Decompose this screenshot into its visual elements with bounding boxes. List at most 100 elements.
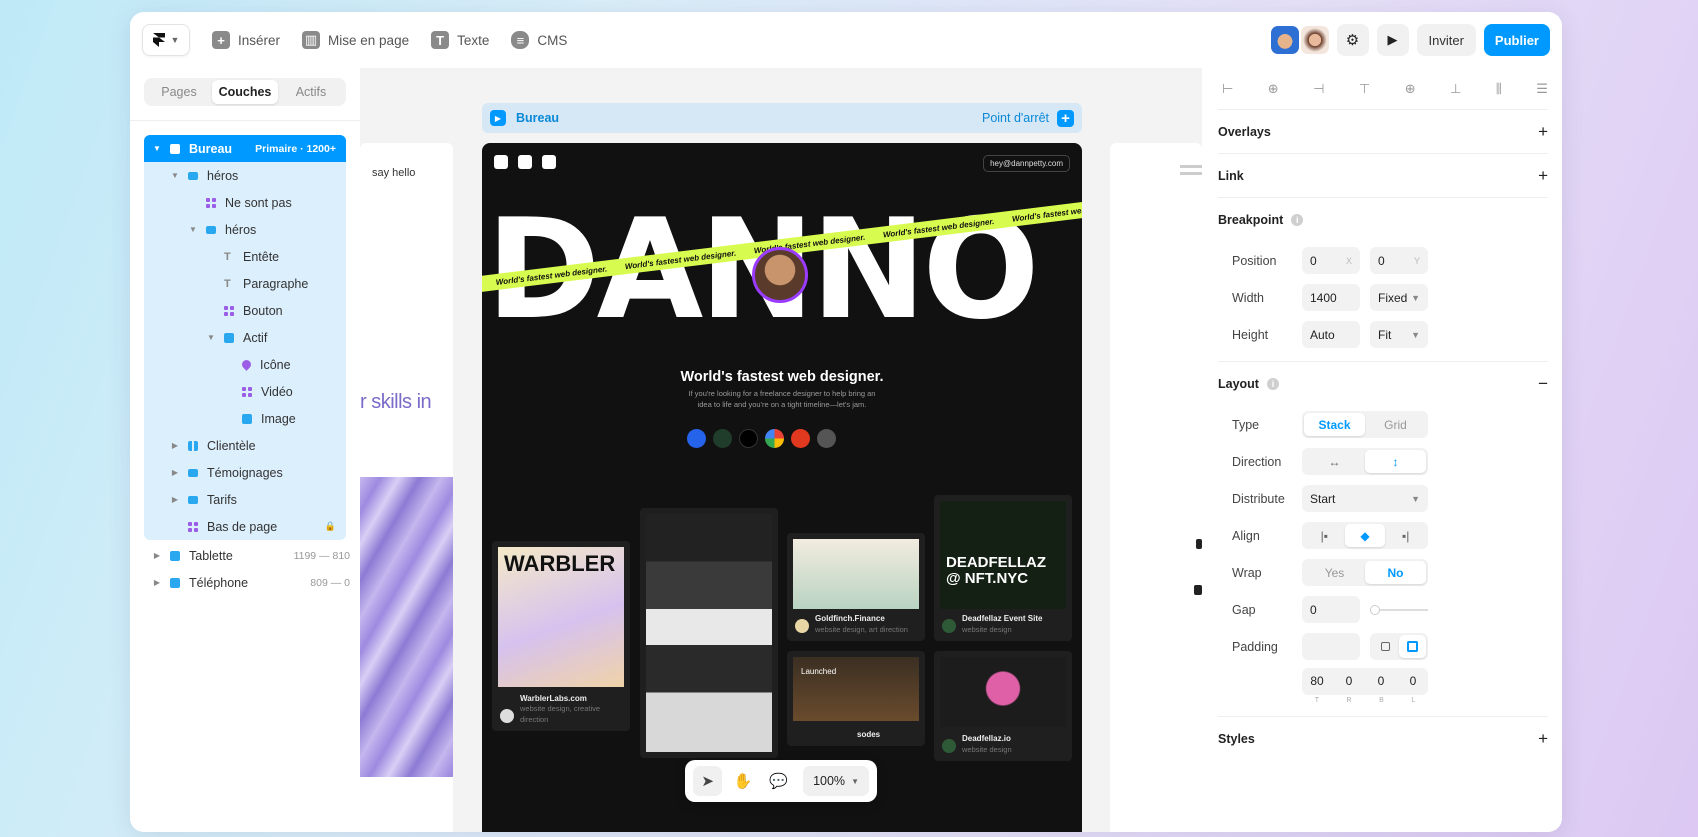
layer-row-bureau[interactable]: ▼ Bureau Primaire · 1200+: [144, 135, 346, 162]
plus-icon[interactable]: +: [1057, 109, 1074, 127]
direction-horizontal-option[interactable]: ↔: [1304, 450, 1365, 473]
layer-row[interactable]: Bas de page 🔒: [144, 513, 346, 540]
invite-button[interactable]: Inviter: [1416, 24, 1476, 56]
position-x-input[interactable]: 0 X: [1302, 247, 1360, 274]
gap-slider[interactable]: [1370, 604, 1428, 615]
breakpoint-bar[interactable]: ▶ Bureau Point d'arrêt +: [482, 103, 1082, 133]
layout-menu[interactable]: ▥ Mise en page: [302, 31, 409, 49]
preview-button[interactable]: ▶: [1376, 24, 1409, 56]
lock-icon[interactable]: 🔒: [325, 521, 336, 532]
padding-individual-option[interactable]: [1399, 635, 1426, 658]
padding-input[interactable]: [1302, 633, 1360, 660]
align-top-icon[interactable]: ⊤: [1359, 81, 1370, 97]
layer-row[interactable]: ▶ Tarifs: [144, 486, 346, 513]
insert-menu[interactable]: + Insérer: [212, 31, 280, 49]
select-tool-button[interactable]: ➤: [693, 766, 723, 796]
layer-row[interactable]: T Entête: [144, 243, 346, 270]
height-input[interactable]: Auto: [1302, 321, 1360, 348]
padding-uniform-option[interactable]: [1372, 635, 1399, 658]
layer-row-tablet[interactable]: ▶ Tablette 1199 — 810: [130, 542, 360, 569]
tablet-frame-preview[interactable]: say hello r skills in: [360, 143, 453, 832]
expand-caret-icon[interactable]: ▼: [152, 144, 162, 153]
expand-caret-icon[interactable]: ▼: [170, 171, 180, 180]
plus-icon[interactable]: +: [1538, 166, 1548, 186]
layer-row[interactable]: ▼ héros: [144, 162, 346, 189]
layer-row[interactable]: Ne sont pas: [144, 189, 346, 216]
padding-bottom-input[interactable]: 0: [1366, 668, 1396, 695]
align-start-option[interactable]: |▪: [1304, 524, 1345, 547]
layer-row[interactable]: ▼ Actif: [144, 324, 346, 351]
expand-caret-icon[interactable]: ▶: [170, 468, 180, 477]
card-title: Goldfinch.Finance: [815, 614, 885, 624]
expand-caret-icon[interactable]: ▶: [170, 495, 180, 504]
layer-row[interactable]: Image: [144, 405, 346, 432]
direction-vertical-option[interactable]: ↕: [1365, 450, 1426, 473]
collapse-icon[interactable]: −: [1538, 374, 1548, 394]
link-section[interactable]: Link +: [1218, 154, 1548, 198]
type-grid-option[interactable]: Grid: [1365, 413, 1426, 436]
add-breakpoint[interactable]: Point d'arrêt +: [982, 109, 1074, 127]
layer-row[interactable]: ▶ Clientèle: [144, 432, 346, 459]
align-center-option[interactable]: ◆: [1344, 524, 1386, 547]
align-left-icon[interactable]: ⊢: [1222, 81, 1233, 97]
layer-row[interactable]: ▼ héros: [144, 216, 346, 243]
expand-caret-icon[interactable]: ▶: [170, 441, 180, 450]
info-icon[interactable]: i: [1291, 214, 1304, 226]
zoom-select[interactable]: 100% ▼: [803, 766, 869, 796]
expand-caret-icon[interactable]: ▼: [206, 333, 216, 342]
align-center-h-icon[interactable]: ⊕: [1268, 81, 1279, 97]
wrap-yes-option[interactable]: Yes: [1304, 561, 1365, 584]
padding-right-input[interactable]: 0: [1334, 668, 1364, 695]
align-bottom-icon[interactable]: ⊥: [1450, 81, 1461, 97]
gap-input[interactable]: 0: [1302, 596, 1360, 623]
phone-frame-preview[interactable]: [1110, 143, 1202, 832]
overlays-section[interactable]: Overlays +: [1218, 110, 1548, 154]
info-icon[interactable]: i: [1266, 378, 1279, 390]
tab-assets[interactable]: Actifs: [278, 80, 344, 104]
expand-caret-icon[interactable]: ▼: [188, 225, 198, 234]
hand-tool-button[interactable]: ✋: [728, 766, 757, 796]
distribute-select[interactable]: Start ▼: [1302, 485, 1428, 512]
plus-icon[interactable]: +: [1538, 122, 1548, 142]
layer-row[interactable]: T Paragraphe: [144, 270, 346, 297]
left-panel: Pages Couches Actifs ▼ Bureau Primaire ·…: [130, 68, 360, 832]
expand-caret-icon[interactable]: ▶: [152, 551, 162, 560]
canvas[interactable]: say hello r skills in ▶ Bureau Point d'a…: [360, 68, 1202, 832]
settings-button[interactable]: ⚙: [1336, 24, 1369, 56]
layer-row-phone[interactable]: ▶ Téléphone 809 — 0: [130, 569, 360, 596]
tab-pages[interactable]: Pages: [146, 80, 212, 104]
avatar[interactable]: [1300, 26, 1329, 54]
comment-tool-button[interactable]: 💬: [764, 766, 793, 796]
play-icon[interactable]: ▶: [490, 110, 506, 126]
width-mode-select[interactable]: Fixed ▼: [1370, 284, 1428, 311]
align-end-option[interactable]: ▪|: [1385, 524, 1426, 547]
align-middle-v-icon[interactable]: ⊕: [1405, 81, 1416, 97]
position-y-input[interactable]: 0 Y: [1370, 247, 1428, 274]
distribute-h-icon[interactable]: ⫼: [1496, 81, 1502, 97]
wrap-no-option[interactable]: No: [1365, 561, 1426, 584]
align-right-icon[interactable]: ⊣: [1313, 81, 1324, 97]
publish-button[interactable]: Publier: [1483, 24, 1550, 56]
tab-layers[interactable]: Couches: [212, 80, 278, 104]
stack-icon: [188, 171, 198, 180]
type-stack-option[interactable]: Stack: [1304, 413, 1365, 436]
layer-row[interactable]: Bouton: [144, 297, 346, 324]
padding-top-input[interactable]: 80: [1302, 668, 1332, 695]
desktop-frame-preview[interactable]: hey@dannpetty.com DANNO World's fastest …: [482, 143, 1082, 832]
width-input[interactable]: 1400: [1302, 284, 1360, 311]
text-menu[interactable]: T Texte: [431, 31, 489, 49]
avatar[interactable]: [1270, 26, 1299, 54]
distribute-v-icon[interactable]: ☰: [1536, 81, 1548, 97]
layer-row[interactable]: Icône: [144, 351, 346, 378]
layer-row[interactable]: Vidéo: [144, 378, 346, 405]
expand-caret-icon[interactable]: ▶: [152, 578, 162, 587]
cms-menu[interactable]: ≡ CMS: [511, 31, 567, 49]
styles-section[interactable]: Styles +: [1218, 717, 1548, 761]
portfolio-card: [640, 508, 778, 758]
main-menu-button[interactable]: ▼: [142, 24, 190, 56]
slider-handle[interactable]: [1370, 604, 1380, 615]
layer-row[interactable]: ▶ Témoignages: [144, 459, 346, 486]
padding-left-input[interactable]: 0: [1398, 668, 1428, 695]
plus-icon[interactable]: +: [1538, 729, 1548, 749]
height-mode-select[interactable]: Fit ▼: [1370, 321, 1428, 348]
